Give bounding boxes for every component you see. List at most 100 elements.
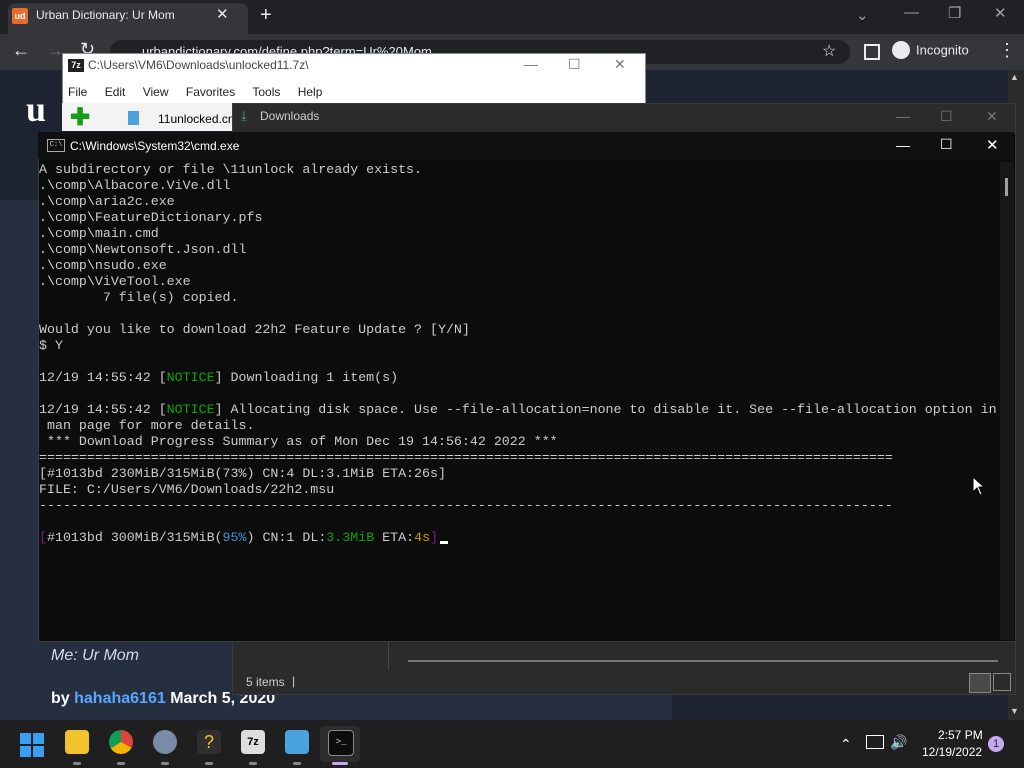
add-icon[interactable]: ✚ — [70, 106, 90, 130]
scroll-down-icon[interactable]: ▼ — [1010, 706, 1019, 716]
definition-example: Me: Ur Mom — [51, 647, 139, 664]
clock-date[interactable]: 12/19/2022 — [922, 745, 982, 759]
maximize-icon[interactable]: ☐ — [940, 108, 953, 125]
cmd-title: C:\Windows\System32\cmd.exe — [70, 139, 240, 153]
incognito-icon — [892, 41, 910, 59]
menu-favorites[interactable]: Favorites — [186, 85, 235, 99]
chrome-icon[interactable] — [109, 730, 133, 754]
progress-speed: 3.3MiB — [326, 530, 375, 545]
sevenzip-menubar: File Edit View Favorites Tools Help — [68, 85, 336, 99]
sevenzip-taskbar-icon[interactable]: 7z — [241, 730, 265, 754]
close-icon[interactable]: ✕ — [994, 4, 1007, 22]
progress-id: #1013bd 300MiB/315MiB( — [46, 530, 223, 545]
minimize-icon[interactable]: — — [896, 108, 910, 124]
close-icon[interactable]: ✕ — [614, 56, 626, 73]
menu-view[interactable]: View — [143, 85, 169, 99]
taskbar-indicator — [205, 762, 213, 765]
tiles-view-icon[interactable] — [993, 673, 1011, 691]
byline-prefix: by — [51, 690, 70, 707]
downloads-item-count: 5 items — [246, 675, 285, 689]
mouse-cursor-icon — [972, 476, 986, 496]
settings-gear-icon[interactable] — [153, 730, 177, 754]
cmd-line: .\comp\main.cmd — [39, 226, 159, 241]
site-logo[interactable]: u — [26, 88, 46, 130]
progress-line: [#1013bd 230MiB/315MiB(73%) CN:4 DL:3.1M… — [39, 466, 446, 481]
cmd-scrollbar-thumb[interactable] — [1005, 178, 1008, 196]
terminal-icon[interactable]: >_ — [328, 730, 354, 756]
cmd-line: Would you like to download 22h2 Feature … — [39, 322, 470, 337]
maximize-icon[interactable]: ☐ — [568, 56, 581, 73]
cmd-scrollbar[interactable] — [1000, 162, 1014, 640]
taskbar-indicator — [117, 762, 125, 765]
separator-single: ----------------------------------------… — [39, 498, 893, 513]
cmd-line: .\comp\ViVeTool.exe — [39, 274, 191, 289]
notice-message-cont: man page for more details. — [39, 418, 255, 433]
incognito-label: Incognito — [916, 42, 969, 58]
restore-icon[interactable]: ❐ — [948, 4, 961, 22]
minimize-icon[interactable]: — — [904, 4, 919, 21]
bracket-close: ] — [430, 530, 439, 545]
file-item-name[interactable]: 11unlocked.cn — [158, 112, 232, 126]
column-divider — [388, 640, 389, 670]
tab-close-icon[interactable]: ✕ — [216, 5, 229, 23]
back-arrow-icon[interactable]: ← — [12, 40, 30, 61]
notice-time: 12/19 14:55:42 [ — [39, 402, 167, 417]
cmd-line: .\comp\FeatureDictionary.pfs — [39, 210, 263, 225]
details-view-icon[interactable] — [969, 673, 991, 693]
chevron-down-icon[interactable]: ⌄ — [856, 6, 869, 24]
progress-eta-label: ETA: — [374, 530, 415, 545]
notification-badge[interactable]: 1 — [988, 736, 1004, 752]
bookmark-star-icon[interactable]: ☆ — [822, 41, 836, 61]
sevenzip-title: C:\Users\VM6\Downloads\unlocked11.7z\ — [88, 58, 309, 72]
notice-tag: NOTICE — [166, 402, 215, 417]
progress-summary-header: *** Download Progress Summary as of Mon … — [39, 434, 558, 449]
menu-help[interactable]: Help — [298, 85, 323, 99]
cmd-line: .\comp\aria2c.exe — [39, 194, 175, 209]
close-icon[interactable]: ✕ — [986, 136, 999, 154]
file-explorer-icon[interactable] — [65, 730, 89, 754]
close-icon[interactable]: ✕ — [986, 108, 998, 125]
cmd-line: .\comp\Newtonsoft.Json.dll — [39, 242, 247, 257]
separator-double: ========================================… — [39, 450, 893, 465]
urban-dictionary-favicon-icon: ud — [12, 8, 28, 24]
network-icon[interactable] — [866, 735, 884, 749]
taskbar-indicator — [293, 762, 301, 765]
sevenzip-icon: 7z — [68, 59, 84, 72]
tab-title: Urban Dictionary: Ur Mom — [36, 8, 175, 22]
menu-kebab-icon[interactable]: ⋮ — [998, 40, 1016, 61]
text-cursor — [440, 541, 449, 544]
scroll-up-icon[interactable]: ▲ — [1010, 72, 1019, 82]
horizontal-scrollbar[interactable] — [408, 660, 998, 662]
download-arrow-icon: ⤓ — [241, 108, 247, 123]
maximize-icon[interactable]: ☐ — [940, 136, 953, 153]
downloads-title: Downloads — [260, 109, 320, 123]
notice-message: ] Downloading 1 item(s) — [214, 370, 399, 385]
new-tab-icon[interactable]: + — [260, 4, 272, 27]
notepad-icon[interactable] — [285, 730, 309, 754]
notice-time: 12/19 14:55:42 [ — [39, 370, 167, 385]
cmd-line: 7 file(s) copied. — [39, 290, 239, 305]
minimize-icon[interactable]: — — [524, 56, 538, 72]
cmd-line: .\comp\nsudo.exe — [39, 258, 167, 273]
progress-cn: ) CN:1 DL: — [246, 530, 327, 545]
bracket-open: [ — [39, 530, 47, 545]
menu-tools[interactable]: Tools — [252, 85, 280, 99]
menu-file[interactable]: File — [68, 85, 87, 99]
notice-message: ] Allocating disk space. Use --file-allo… — [214, 402, 997, 417]
taskbar-indicator — [73, 762, 81, 765]
chevron-up-icon[interactable]: ⌃ — [840, 736, 852, 753]
incognito-indicator[interactable]: Incognito — [892, 41, 969, 63]
start-windows-icon[interactable] — [20, 733, 44, 757]
cmd-line: A subdirectory or file \11unlock already… — [39, 162, 423, 177]
side-panel-icon[interactable] — [864, 44, 880, 60]
help-script-icon[interactable]: ? — [197, 730, 221, 754]
clock-time[interactable]: 2:57 PM — [938, 728, 983, 742]
volume-icon[interactable]: 🔊 — [890, 734, 907, 751]
cmd-output: A subdirectory or file \11unlock already… — [39, 162, 999, 546]
taskbar-indicator — [161, 762, 169, 765]
menu-edit[interactable]: Edit — [105, 85, 126, 99]
progress-percent: 95% — [222, 530, 247, 545]
minimize-icon[interactable]: — — [896, 137, 910, 153]
author-link[interactable]: hahaha6161 — [74, 690, 166, 707]
taskbar-indicator — [249, 762, 257, 765]
